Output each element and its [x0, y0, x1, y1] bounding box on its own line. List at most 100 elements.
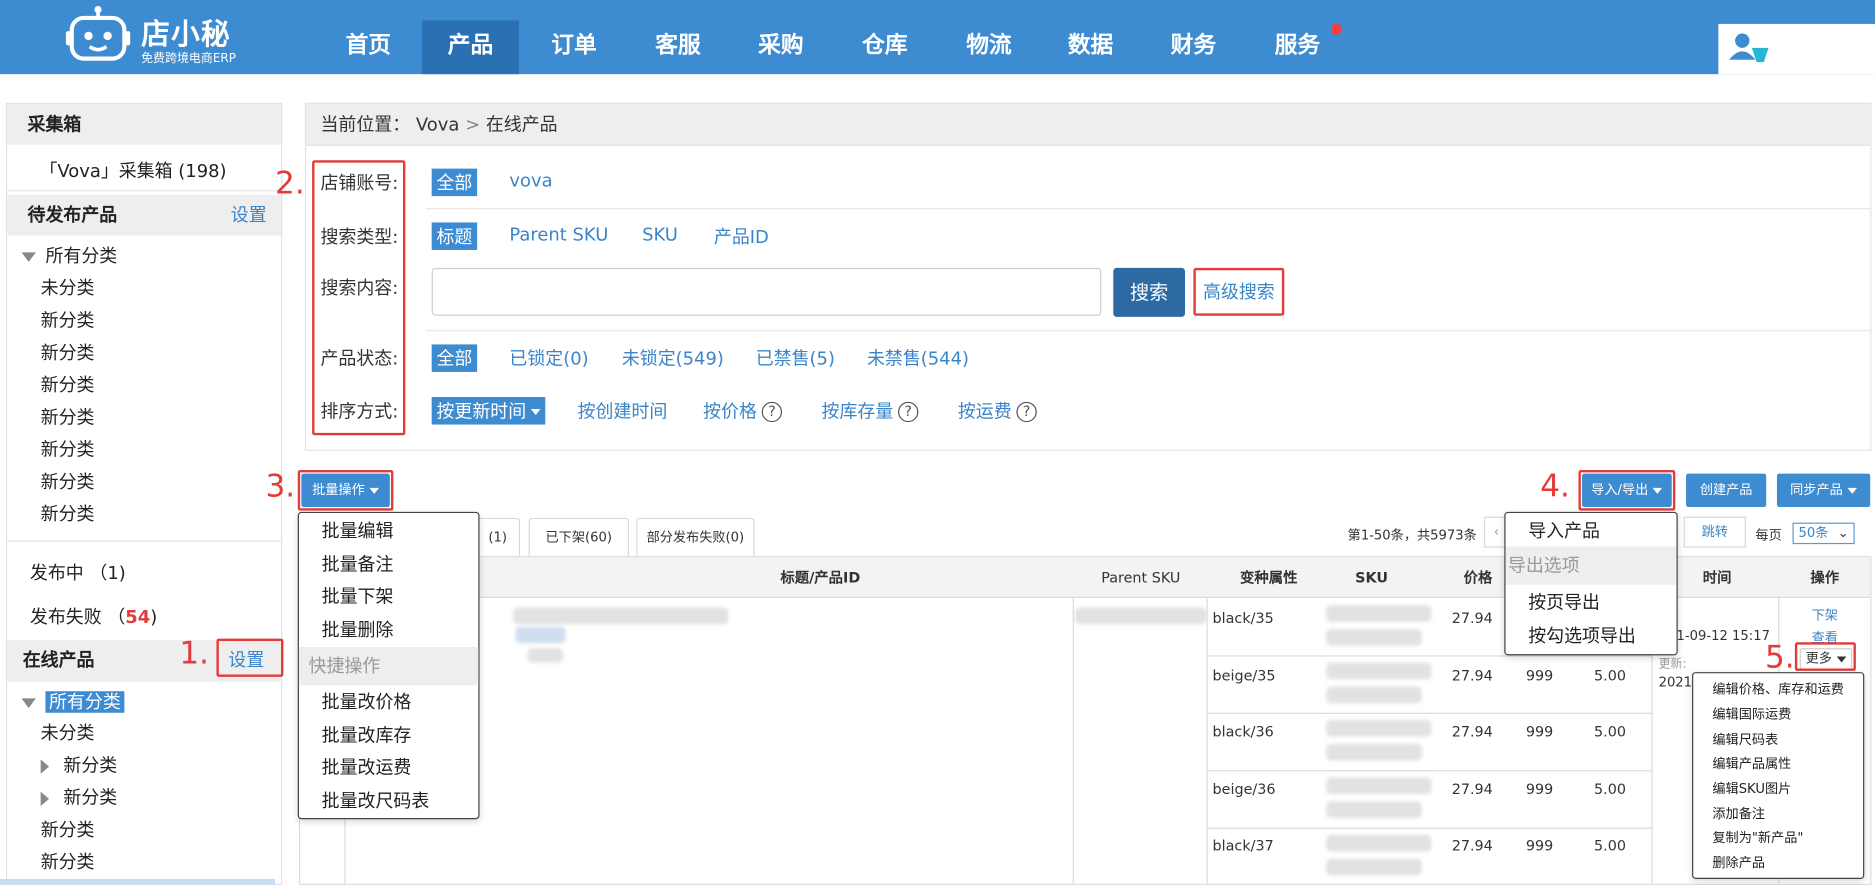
collapse-triangle-icon[interactable] — [21, 251, 36, 262]
annotation-number: 1. — [179, 636, 210, 673]
edit-sku-images-item[interactable]: 编辑SKU图片 — [1712, 779, 1791, 798]
help-icon[interactable]: ? — [898, 401, 919, 423]
import-products-item[interactable]: 导入产品 — [1506, 518, 1677, 543]
help-icon[interactable]: ? — [1016, 401, 1037, 423]
stock-cell: 999 — [1525, 837, 1554, 854]
batch-edit-item[interactable]: 批量编辑 — [299, 518, 478, 543]
status-banned-link[interactable]: 已禁售(5) — [756, 346, 835, 371]
create-product-button[interactable]: 创建产品 — [1686, 473, 1767, 508]
pending-settings-link[interactable]: 设置 — [231, 195, 267, 236]
batch-note-item[interactable]: 批量备注 — [299, 551, 478, 576]
nav-finance[interactable]: 财务 — [1147, 20, 1240, 74]
pending-category-item[interactable]: 新分类 — [41, 501, 95, 526]
user-icon[interactable] — [1728, 31, 1771, 64]
batch-shipping-item[interactable]: 批量改运费 — [299, 755, 478, 780]
pending-category-item[interactable]: 新分类 — [41, 340, 95, 365]
status-locked-link[interactable]: 已锁定(0) — [509, 346, 588, 371]
sort-shipping-link[interactable]: 按运费? — [958, 398, 1037, 423]
delete-product-item[interactable]: 删除产品 — [1712, 853, 1765, 872]
search-type-title-chip[interactable]: 标题 — [431, 222, 478, 250]
offshelf-link[interactable]: 下架 — [1812, 605, 1838, 624]
export-page-item[interactable]: 按页导出 — [1506, 590, 1677, 615]
batch-size-chart-item[interactable]: 批量改尺码表 — [299, 788, 478, 813]
edit-product-attributes-item[interactable]: 编辑产品属性 — [1712, 753, 1791, 772]
pending-category-item[interactable]: 新分类 — [41, 437, 95, 462]
publish-failed-link[interactable]: 发布失败 （54) — [30, 604, 157, 629]
copy-as-new-item[interactable]: 复制为"新产品" — [1712, 828, 1803, 847]
pending-category-item[interactable]: 新分类 — [41, 307, 95, 332]
edit-size-chart-item[interactable]: 编辑尺码表 — [1712, 729, 1778, 748]
online-category-item[interactable]: 未分类 — [41, 720, 95, 745]
nav-home[interactable]: 首页 — [323, 20, 414, 74]
search-input[interactable] — [431, 267, 1102, 316]
pending-category-item[interactable]: 新分类 — [41, 469, 95, 494]
tab-off-shelf[interactable]: 已下架(60) — [528, 517, 629, 557]
collapse-triangle-icon[interactable] — [21, 697, 36, 708]
nav-logistics[interactable]: 物流 — [941, 20, 1037, 74]
per-page-select[interactable]: 50条 ⌄ — [1792, 522, 1855, 545]
online-category-item[interactable]: 新分类 — [41, 849, 95, 874]
annotation-box — [1794, 642, 1856, 671]
blurred-sku — [1326, 605, 1432, 622]
expand-triangle-icon[interactable] — [40, 758, 50, 774]
row-divider — [1206, 655, 1652, 657]
breadcrumb-shop[interactable]: Vova — [416, 114, 459, 136]
edit-intl-shipping-item[interactable]: 编辑国际运费 — [1712, 704, 1791, 723]
sort-create-time-link[interactable]: 按创建时间 — [578, 398, 668, 423]
vova-collect-box-link[interactable]: 「Vova」采集箱 (198) — [39, 158, 226, 183]
online-category-item[interactable]: 新分类 — [40, 752, 118, 777]
price-cell: 27.94 — [1451, 667, 1493, 685]
pending-category-item[interactable]: 新分类 — [41, 404, 95, 429]
search-type-sku[interactable]: SKU — [642, 224, 678, 246]
col-header-title: 标题/产品ID — [780, 569, 861, 586]
breadcrumb-label: 当前位置： — [320, 113, 411, 136]
tab-partial[interactable]: (1) — [474, 517, 521, 557]
search-button[interactable]: 搜索 — [1113, 267, 1186, 317]
search-type-parent-sku[interactable]: Parent SKU — [509, 224, 608, 246]
shop-vova-link[interactable]: vova — [509, 170, 552, 192]
breadcrumb: 当前位置： Vova > 在线产品 — [304, 102, 1872, 146]
batch-offshelf-item[interactable]: 批量下架 — [299, 584, 478, 609]
sort-stock-link[interactable]: 按库存量? — [822, 398, 919, 423]
export-selected-item[interactable]: 按勾选项导出 — [1506, 623, 1677, 648]
sync-products-button[interactable]: 同步产品 — [1776, 473, 1871, 508]
shop-all-chip[interactable]: 全部 — [431, 168, 478, 197]
column-divider — [1072, 597, 1074, 884]
blurred-sku — [1326, 801, 1422, 818]
advanced-search-link[interactable]: 高级搜索 — [1193, 267, 1285, 316]
status-unlocked-link[interactable]: 未锁定(549) — [622, 346, 724, 371]
nav-purchasing[interactable]: 采购 — [734, 20, 827, 74]
jump-page-button[interactable]: 跳转 — [1683, 516, 1746, 548]
online-category-item[interactable]: 新分类 — [40, 785, 118, 810]
batch-delete-item[interactable]: 批量删除 — [299, 617, 478, 642]
online-all-categories[interactable]: 所有分类 — [21, 689, 125, 714]
pending-category-item[interactable]: 新分类 — [41, 372, 95, 397]
pending-category-item[interactable]: 未分类 — [41, 275, 95, 300]
add-note-item[interactable]: 添加备注 — [1712, 804, 1765, 823]
nav-warehouse[interactable]: 仓库 — [838, 20, 931, 74]
divider — [7, 540, 282, 542]
pending-all-categories[interactable]: 所有分类 — [21, 243, 117, 268]
online-category-item[interactable]: 新分类 — [41, 817, 95, 842]
status-all-chip[interactable]: 全部 — [431, 344, 478, 372]
batch-stock-item[interactable]: 批量改库存 — [299, 722, 478, 747]
blurred-sku — [1326, 719, 1432, 737]
edit-price-stock-shipping-item[interactable]: 编辑价格、库存和运费 — [1712, 679, 1844, 698]
publishing-link[interactable]: 发布中 （1) — [30, 560, 126, 585]
sort-price-link[interactable]: 按价格? — [703, 398, 783, 423]
nav-customer-service[interactable]: 客服 — [630, 20, 726, 74]
price-cell: 27.94 — [1451, 723, 1493, 741]
user-area[interactable] — [1718, 23, 1875, 75]
robot-logo-icon[interactable] — [65, 5, 131, 62]
expand-triangle-icon[interactable] — [40, 791, 50, 806]
search-type-product-id[interactable]: 产品ID — [714, 224, 769, 249]
nav-orders[interactable]: 订单 — [527, 20, 620, 74]
status-unbanned-link[interactable]: 未禁售(544) — [867, 346, 969, 371]
nav-products[interactable]: 产品 — [422, 20, 519, 75]
help-icon[interactable]: ? — [761, 401, 783, 423]
tab-partial-failed[interactable]: 部分发布失败(0) — [636, 517, 755, 557]
batch-price-item[interactable]: 批量改价格 — [299, 689, 478, 714]
nav-data[interactable]: 数据 — [1044, 20, 1137, 74]
sort-shipping-label: 按运费 — [957, 400, 1012, 423]
sort-update-time-chip[interactable]: 按更新时间 — [431, 397, 546, 425]
